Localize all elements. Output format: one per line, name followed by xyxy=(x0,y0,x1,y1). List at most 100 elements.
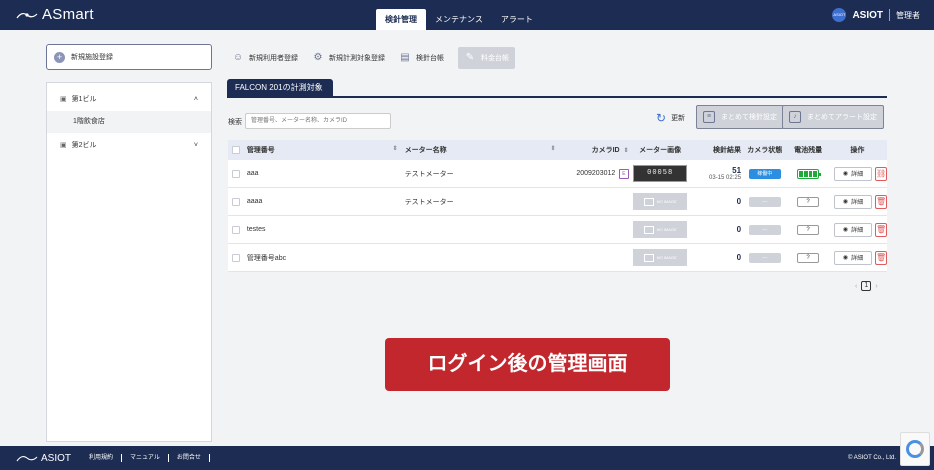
image-icon xyxy=(643,225,654,234)
building-item-2[interactable]: ▣ 第2ビル ˅ xyxy=(47,133,211,157)
cell-result: 0 xyxy=(736,225,742,234)
cell-name: テストメーター xyxy=(404,170,454,178)
eye-icon: ◉ xyxy=(842,227,849,233)
manual-link[interactable]: マニュアル xyxy=(122,454,169,462)
row-checkbox[interactable] xyxy=(232,253,240,262)
meter-image[interactable]: 00058 xyxy=(633,165,688,182)
terms-link[interactable]: 利用規約 xyxy=(81,454,123,462)
detail-button[interactable]: ◉ 詳細 xyxy=(834,194,872,209)
status-badge: --- xyxy=(748,224,781,235)
column-header-camera[interactable]: カメラID xyxy=(592,145,620,155)
sort-icon[interactable]: ⇕ xyxy=(393,145,398,155)
column-header-battery: 電池残量 xyxy=(794,147,823,154)
user-role-menu[interactable]: 管理者 xyxy=(896,10,920,21)
search-label: 検索 xyxy=(228,119,242,126)
tab-maintenance[interactable]: メンテナンス xyxy=(426,9,492,30)
detail-label: 詳細 xyxy=(851,172,864,178)
meter-ledger-button[interactable]: ▤ 検針台帳 xyxy=(399,47,458,69)
cell-result: 51 xyxy=(732,166,742,175)
action-toolbar: ☺ 新規利用者登録 ⚙ 新規計測対象登録 ▤ 検針台帳 ✎ 料金台帳 xyxy=(232,47,515,69)
refresh-button[interactable]: ↻ 更新 xyxy=(656,111,685,125)
status-badge: --- xyxy=(748,196,781,207)
delete-button[interactable]: 🗑 xyxy=(875,222,887,237)
no-image-placeholder: NO IMAGE xyxy=(633,221,688,238)
detail-label: 詳細 xyxy=(851,228,864,234)
facility-item-restaurant[interactable]: 1階飲食店 xyxy=(47,111,211,133)
add-meter-target-label: 新規計測対象登録 xyxy=(329,55,385,62)
chevron-down-icon[interactable]: ˅ xyxy=(194,142,198,149)
plus-icon: + xyxy=(54,51,65,63)
footer-logo-text: ASIOT xyxy=(41,452,72,464)
battery-unknown: ? xyxy=(797,196,820,207)
bulk-alert-settings-button[interactable]: ♪ まとめてアラート設定 xyxy=(782,105,884,129)
row-checkbox[interactable] xyxy=(232,197,240,206)
prev-page-button[interactable]: ‹ xyxy=(855,283,857,290)
fee-ledger-label: 料金台帳 xyxy=(481,55,509,62)
image-icon xyxy=(643,253,654,262)
building-icon: ▣ xyxy=(60,96,67,103)
footer-logo[interactable]: ASIOT xyxy=(16,453,71,464)
page-number-button[interactable]: 1 xyxy=(861,281,872,291)
search-input[interactable] xyxy=(245,113,391,129)
meter-ledger-label: 検針台帳 xyxy=(416,55,444,62)
add-meter-target-button[interactable]: ⚙ 新規計測対象登録 xyxy=(312,47,399,69)
delete-button[interactable]: 🗑 xyxy=(875,194,887,209)
tenant-logo-icon: ASIOT xyxy=(832,8,847,22)
detail-button[interactable]: ◉ 詳細 xyxy=(834,250,872,265)
building-item-1[interactable]: ▣ 第1ビル ˄ xyxy=(47,87,211,111)
camera-badge: E xyxy=(619,168,629,179)
app-logo[interactable]: ASmart xyxy=(16,6,94,23)
table-row: aaa テストメーター 2009203012 E 00058 51 03-15 02… xyxy=(228,160,887,188)
logo-wave-icon xyxy=(16,456,38,462)
battery-unknown: ? xyxy=(797,224,820,235)
sort-icon[interactable]: ⇕ xyxy=(551,145,556,155)
column-header-camera-status: カメラ状態 xyxy=(747,147,783,154)
contact-link[interactable]: お問合せ xyxy=(169,454,210,462)
tab-alert[interactable]: アラート xyxy=(492,9,542,30)
no-image-label: NO IMAGE xyxy=(656,255,677,260)
eye-icon: ◉ xyxy=(842,171,849,177)
copyright: © ASIOT Co., Ltd. xyxy=(848,455,896,461)
battery-full-icon xyxy=(797,168,822,179)
detail-button[interactable]: ◉ 詳細 xyxy=(834,166,872,181)
building-label: 第2ビル xyxy=(71,142,97,149)
column-header-result: 検針結果 xyxy=(713,147,742,154)
divider xyxy=(227,96,887,98)
bulk-alert-label: まとめてアラート設定 xyxy=(807,114,877,121)
top-header: ASmart 検針管理 メンテナンス アラート ASIOT ASIOT 管理者 xyxy=(0,0,934,30)
eye-icon: ◉ xyxy=(842,255,849,261)
tab-meter-management[interactable]: 検針管理 xyxy=(376,9,426,30)
delete-button[interactable]: 🗑 xyxy=(875,250,887,265)
detail-button[interactable]: ◉ 詳細 xyxy=(834,222,872,237)
cell-id: 管理番号abc xyxy=(246,254,287,262)
next-page-button[interactable]: › xyxy=(875,283,877,290)
add-user-button[interactable]: ☺ 新規利用者登録 xyxy=(232,47,312,69)
no-image-placeholder: NO IMAGE xyxy=(633,249,688,266)
no-image-label: NO IMAGE xyxy=(656,199,677,204)
column-header-id[interactable]: 管理番号 xyxy=(247,145,275,155)
column-header-image: メーター画像 xyxy=(639,147,682,154)
chevron-up-icon[interactable]: ˄ xyxy=(194,96,198,103)
refresh-label: 更新 xyxy=(671,115,686,122)
row-checkbox[interactable] xyxy=(232,169,240,178)
column-header-name[interactable]: メーター名称 xyxy=(405,145,447,155)
recaptcha-badge[interactable] xyxy=(900,432,930,466)
target-list-tab[interactable]: FALCON 201の計測対象 xyxy=(227,79,333,96)
add-user-label: 新規利用者登録 xyxy=(249,55,298,62)
select-all-checkbox[interactable] xyxy=(232,146,240,154)
add-facility-button[interactable]: + 新規施設登録 xyxy=(46,44,212,70)
bulk-meter-settings-button[interactable]: ≡ まとめて検針設定 xyxy=(696,105,784,129)
building-label: 第1ビル xyxy=(71,96,97,103)
meter-table: 管理番号 ⇕ メーター名称 ⇕ カメラID ⇕ メーター画像 検針結果 カメラ状態 電… xyxy=(228,140,887,272)
row-checkbox[interactable] xyxy=(232,225,240,234)
image-icon xyxy=(643,197,654,206)
status-badge: 稼働中 xyxy=(748,168,781,179)
table-row: testes NO IMAGE 0 --- ? ◉ 詳細 🗑 xyxy=(228,216,887,244)
cell-name: テストメーター xyxy=(404,198,454,206)
unlink-button[interactable]: ⛓ xyxy=(875,166,887,181)
fee-ledger-button[interactable]: ✎ 料金台帳 xyxy=(458,47,515,69)
main-tabs: 検針管理 メンテナンス アラート xyxy=(376,9,542,30)
add-facility-label: 新規施設登録 xyxy=(71,54,113,61)
detail-label: 詳細 xyxy=(851,200,864,206)
logo-wave-icon xyxy=(16,12,38,18)
